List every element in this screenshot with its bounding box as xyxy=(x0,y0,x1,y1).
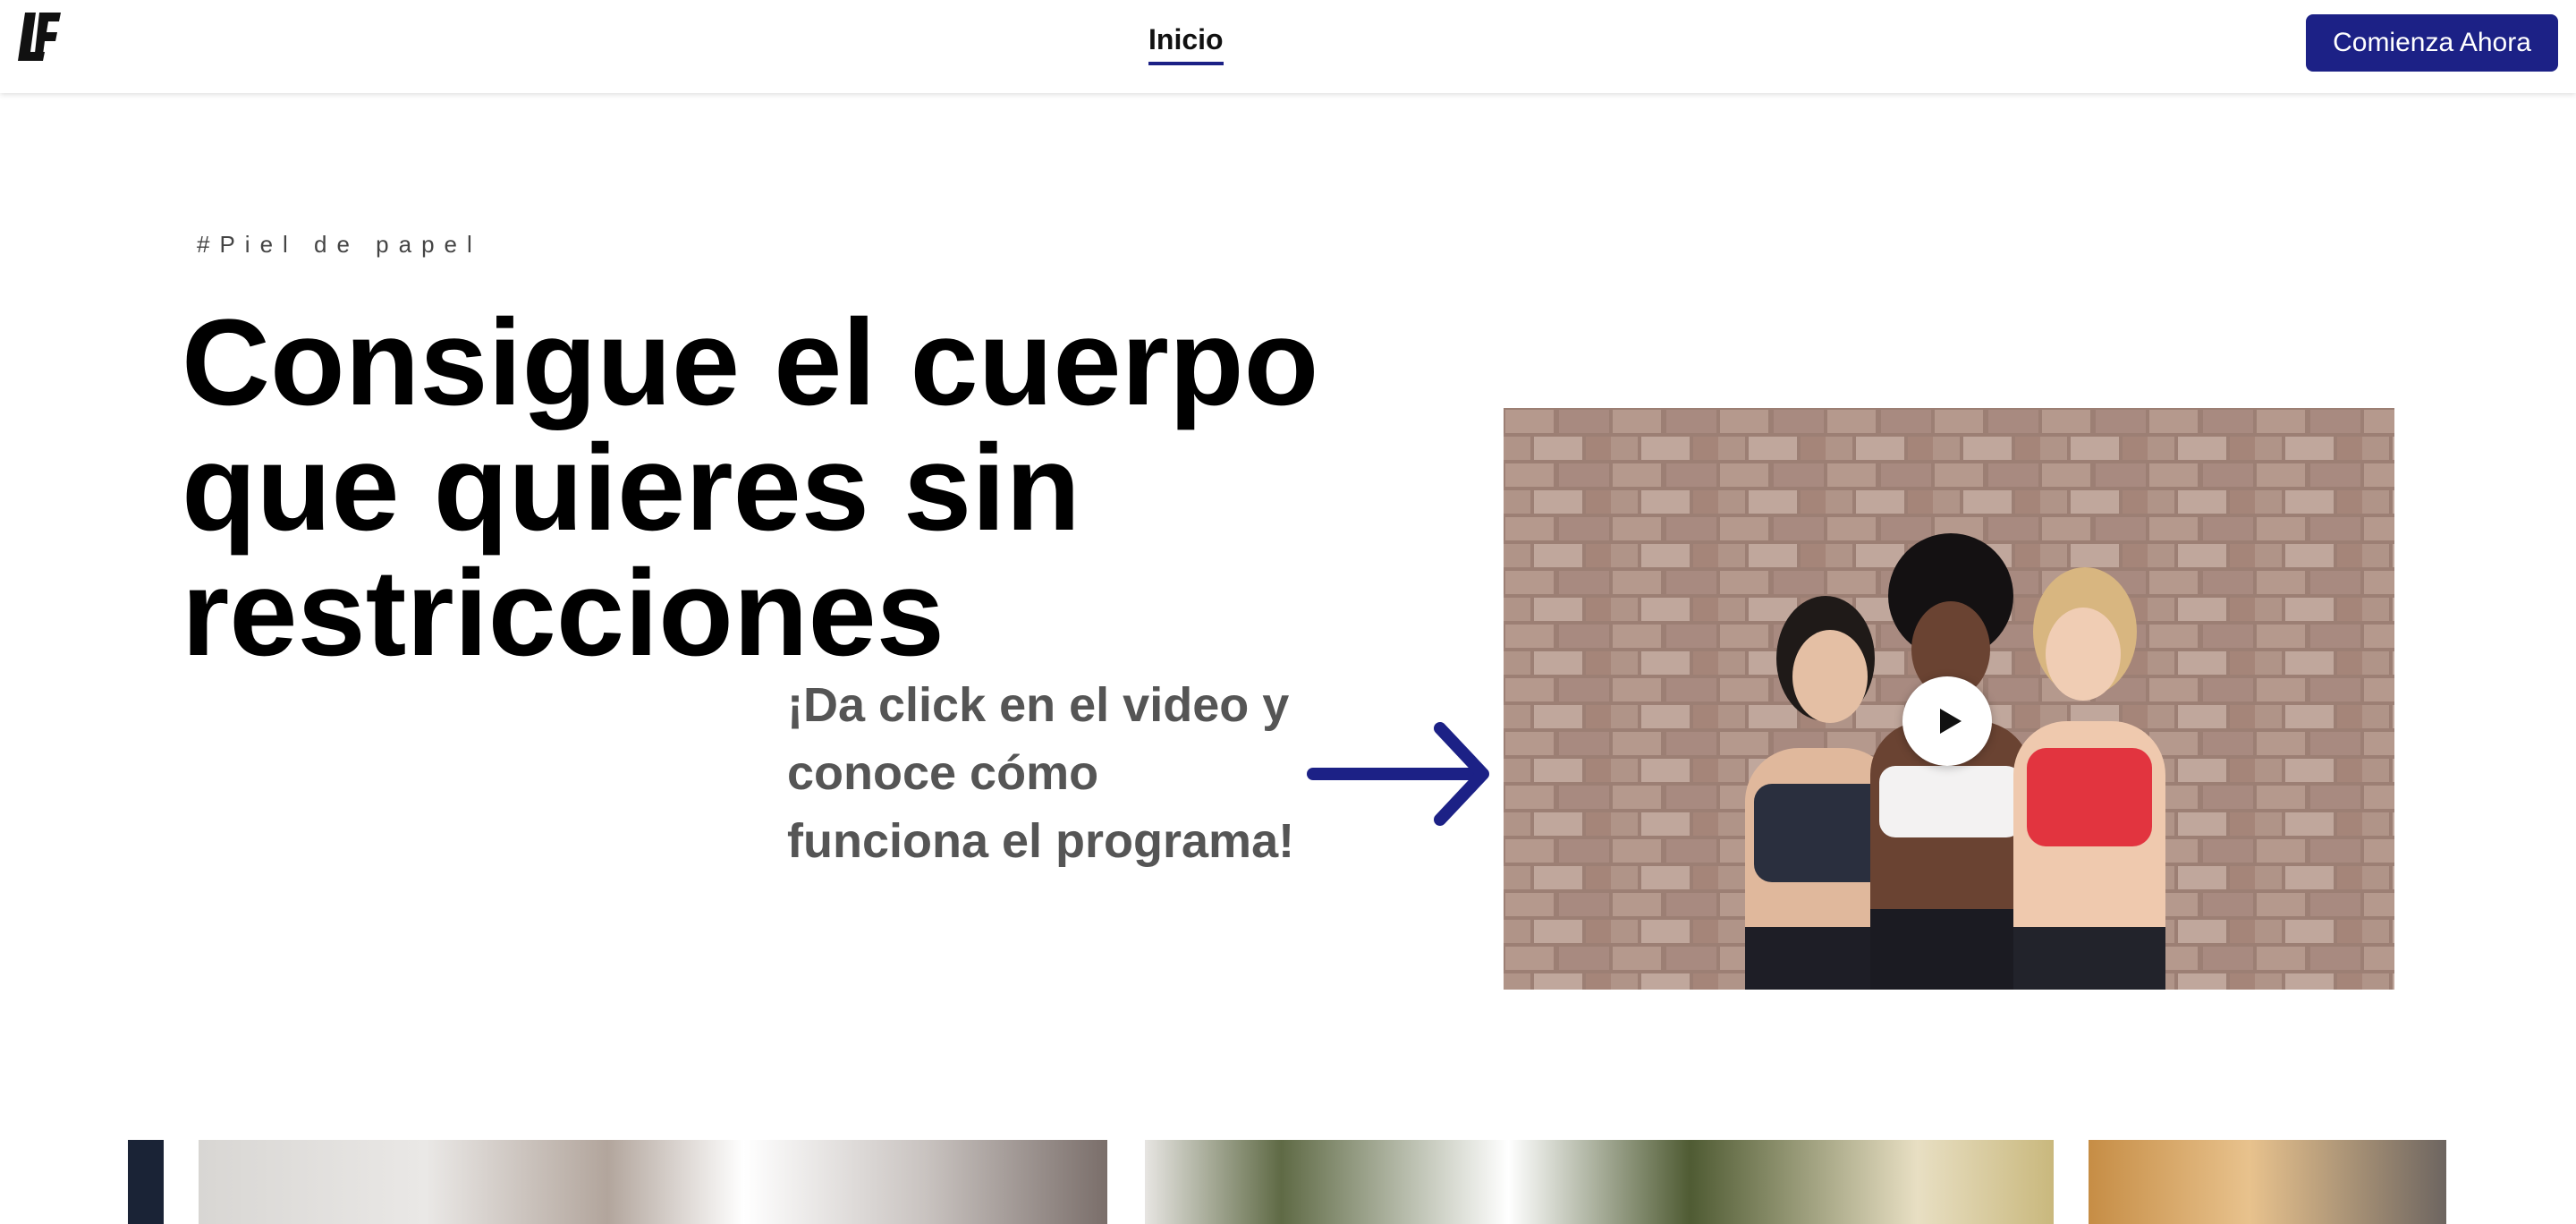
arrow-right-icon xyxy=(1307,722,1489,826)
nav-home-link[interactable]: Inicio xyxy=(1148,23,1224,65)
hero-headline: Consigue el cuerpo que quieres sin restr… xyxy=(182,294,1319,682)
video-prompt: ¡Da click en el video y conoce cómo func… xyxy=(787,678,1295,868)
gallery-image-partial[interactable] xyxy=(128,1140,164,1224)
brand-logo[interactable] xyxy=(18,11,61,64)
play-button[interactable] xyxy=(1902,676,1992,766)
hero-tag: #Piel de papel xyxy=(197,231,482,258)
intro-video[interactable] xyxy=(1504,408,2394,990)
gallery-image-1[interactable] xyxy=(199,1140,1107,1224)
play-icon xyxy=(1940,709,1962,734)
site-header: Inicio Comienza Ahora xyxy=(0,0,2576,93)
gallery-image-3[interactable] xyxy=(2089,1140,2446,1224)
gallery-image-2[interactable] xyxy=(1145,1140,2054,1224)
get-started-button[interactable]: Comienza Ahora xyxy=(2306,14,2558,72)
